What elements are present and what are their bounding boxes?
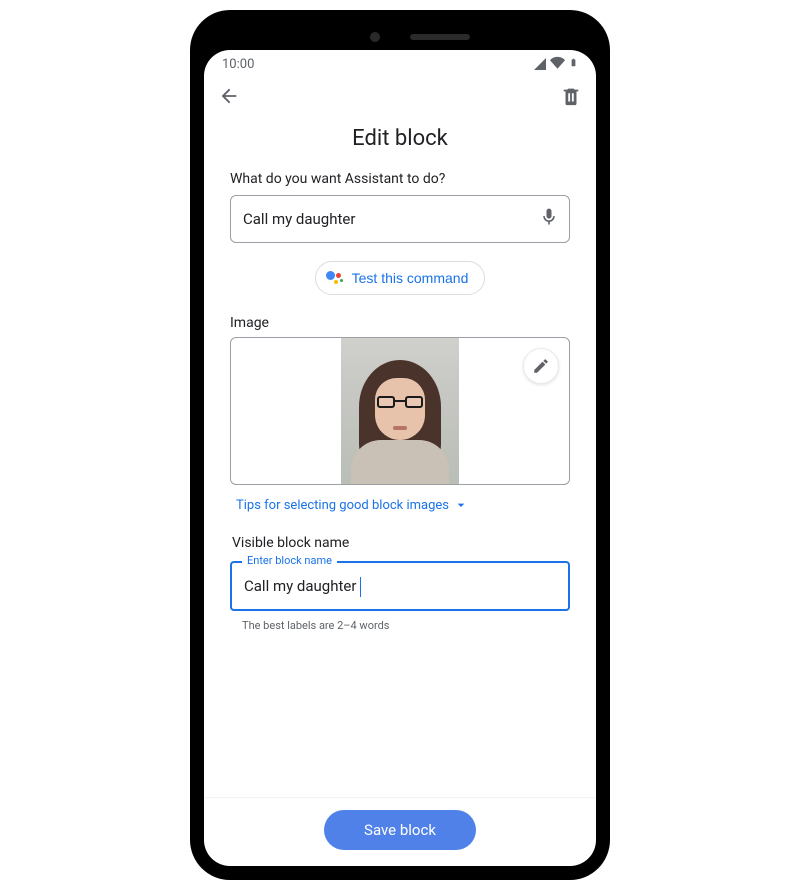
phone-notch [204,24,596,50]
save-block-button[interactable]: Save block [324,810,476,850]
command-input[interactable] [243,210,539,228]
cellular-icon [534,58,546,70]
command-field[interactable] [230,195,570,243]
block-name-floating-label: Enter block name [242,554,337,567]
front-camera [370,32,380,42]
tips-link[interactable]: Tips for selecting good block images [236,497,570,513]
block-name-input[interactable] [232,563,568,609]
status-bar: 10:00 [204,50,596,78]
status-time: 10:00 [222,57,254,72]
status-icons [534,55,578,74]
content-area: Edit block What do you want Assistant to… [204,118,596,797]
image-section-label: Image [230,315,570,331]
delete-button[interactable] [560,85,582,111]
block-name-helper: The best labels are 2–4 words [242,619,570,632]
page-title: Edit block [230,126,570,151]
test-command-label: Test this command [352,270,469,286]
command-label: What do you want Assistant to do? [230,171,570,187]
block-name-field[interactable]: Enter block name [230,561,570,611]
tips-link-label: Tips for selecting good block images [236,498,449,513]
phone-frame: 10:00 Edit block What do you want Assi [190,10,610,880]
assistant-icon [326,269,344,287]
test-command-button[interactable]: Test this command [315,261,486,295]
test-chip-wrap: Test this command [230,261,570,295]
chevron-down-icon [453,497,469,513]
phone-speaker [410,34,470,40]
footer: Save block [204,797,596,866]
block-name-section-label: Visible block name [232,535,570,551]
back-button[interactable] [218,85,240,111]
edit-image-button[interactable] [523,348,559,384]
block-image-thumbnail[interactable] [341,338,459,484]
mic-button[interactable] [539,207,559,231]
screen: 10:00 Edit block What do you want Assi [204,50,596,866]
image-preview-box [230,337,570,485]
wifi-icon [550,55,565,74]
text-cursor [360,577,361,597]
battery-icon [569,55,578,74]
app-bar [204,78,596,118]
